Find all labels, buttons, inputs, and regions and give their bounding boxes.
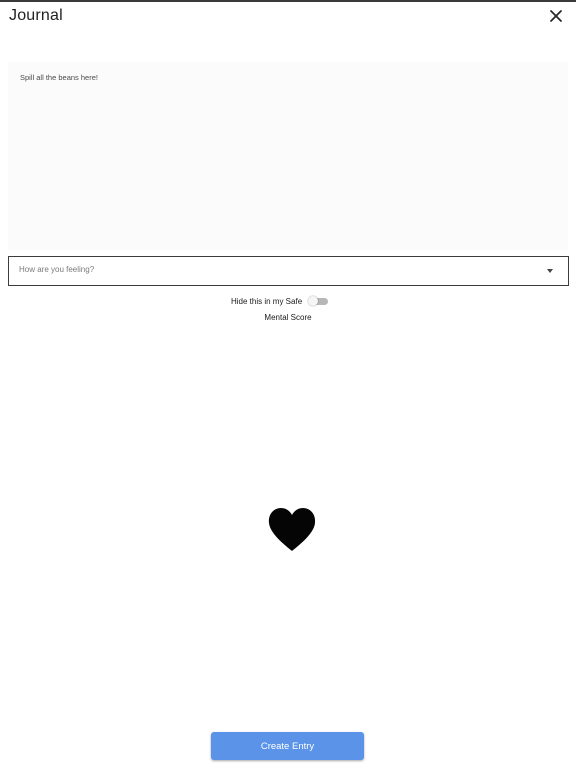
feeling-dropdown-placeholder: How are you feeling? — [19, 265, 95, 274]
window-top-border — [0, 0, 576, 2]
page-title: Journal — [9, 7, 63, 24]
heart-icon[interactable] — [268, 508, 316, 552]
close-icon — [550, 10, 562, 22]
close-button[interactable] — [546, 6, 566, 26]
hide-in-safe-toggle[interactable] — [308, 296, 329, 306]
mental-score-label: Mental Score — [264, 313, 312, 322]
hide-in-safe-label: Hide this in my Safe — [231, 296, 303, 306]
journal-entry-textarea[interactable] — [8, 62, 568, 250]
hide-in-safe-row: Hide this in my Safe — [231, 294, 329, 308]
dropdown-arrow-icon — [547, 269, 553, 273]
create-entry-button[interactable]: Create Entry — [211, 732, 364, 760]
feeling-dropdown[interactable]: How are you feeling? — [8, 256, 569, 286]
